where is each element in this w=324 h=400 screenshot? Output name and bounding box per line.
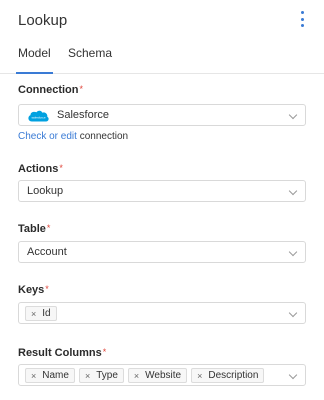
chevron-down-icon	[288, 308, 298, 318]
keys-label: Keys*	[18, 284, 49, 296]
key-chip: × Id	[25, 306, 57, 321]
connection-link-row: Check or edit connection	[18, 131, 128, 142]
result-columns-label: Result Columns*	[18, 347, 106, 359]
column-chip-label: Website	[145, 370, 182, 381]
connection-label-text: Connection	[18, 84, 79, 96]
remove-chip-icon[interactable]: ×	[31, 371, 36, 381]
column-chip: × Website	[127, 368, 188, 383]
table-select[interactable]: Account	[18, 241, 306, 263]
chevron-down-icon	[288, 186, 298, 196]
more-vertical-icon[interactable]	[298, 11, 306, 27]
column-chip-label: Name	[42, 370, 69, 381]
check-edit-connection-link[interactable]: Check or edit	[18, 131, 77, 142]
actions-label: Actions*	[18, 163, 63, 175]
keys-chips: × Id	[25, 306, 57, 321]
chevron-down-icon	[288, 370, 298, 380]
chevron-down-icon	[288, 110, 298, 120]
required-mark: *	[59, 163, 63, 173]
required-mark: *	[45, 284, 49, 294]
connection-label: Connection*	[18, 84, 83, 96]
chevron-down-icon	[288, 247, 298, 257]
remove-chip-icon[interactable]: ×	[85, 371, 90, 381]
column-chip: × Name	[25, 368, 75, 383]
result-columns-label-text: Result Columns	[18, 347, 102, 359]
required-mark: *	[102, 347, 107, 357]
required-mark: *	[79, 84, 84, 94]
salesforce-logo-text: salesforce	[31, 116, 45, 120]
panel-header: Lookup	[0, 0, 324, 36]
tab-bar: Model Schema	[0, 36, 324, 74]
actions-select[interactable]: Lookup	[18, 180, 306, 202]
remove-chip-icon[interactable]: ×	[197, 371, 202, 381]
column-chip-label: Type	[96, 370, 118, 381]
result-columns-chips: × Name × Type × Website × Description	[25, 368, 265, 383]
actions-label-text: Actions	[18, 163, 59, 175]
salesforce-cloud-icon: salesforce	[28, 110, 49, 122]
remove-chip-icon[interactable]: ×	[134, 371, 139, 381]
tab-schema[interactable]: Schema	[68, 46, 112, 73]
table-value: Account	[27, 246, 67, 258]
keys-multiselect[interactable]: × Id	[18, 302, 306, 324]
column-chip: × Type	[78, 368, 124, 383]
connection-link-suffix: connection	[76, 131, 129, 142]
result-columns-multiselect[interactable]: × Name × Type × Website × Description	[18, 364, 306, 386]
table-label-text: Table	[18, 223, 46, 235]
panel-title: Lookup	[18, 12, 68, 29]
connection-value: Salesforce	[57, 109, 109, 121]
actions-value: Lookup	[27, 185, 64, 197]
key-chip-label: Id	[42, 308, 51, 319]
connection-select[interactable]: salesforce Salesforce	[18, 104, 306, 126]
remove-chip-icon[interactable]: ×	[31, 309, 36, 319]
keys-label-text: Keys	[18, 284, 45, 296]
table-label: Table*	[18, 223, 50, 235]
column-chip-label: Description	[208, 370, 259, 381]
tab-model[interactable]: Model	[16, 46, 53, 74]
column-chip: × Description	[191, 368, 265, 383]
required-mark: *	[46, 223, 51, 233]
